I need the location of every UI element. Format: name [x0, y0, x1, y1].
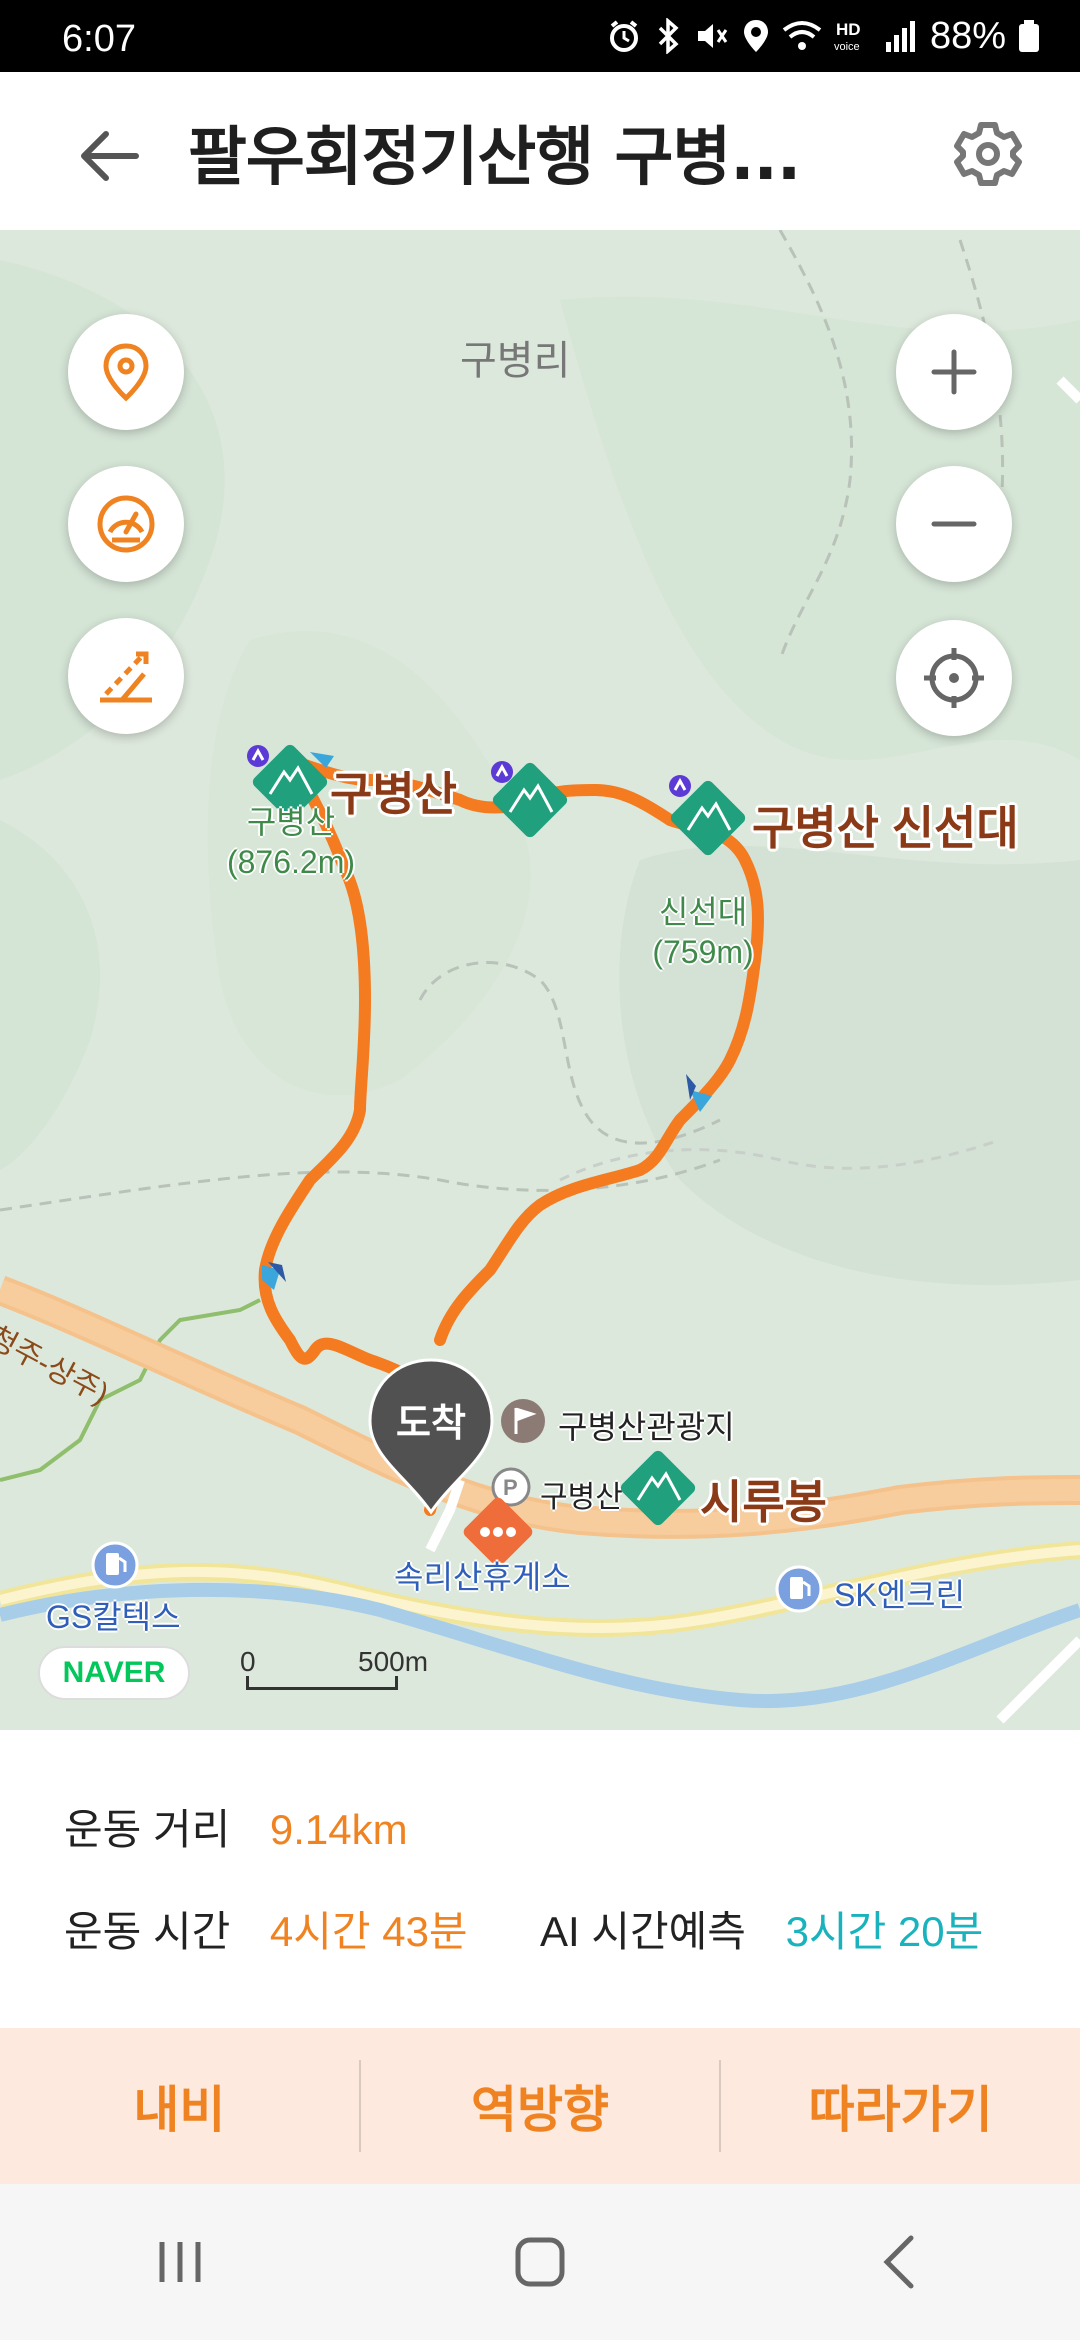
slope-button[interactable]	[68, 618, 184, 734]
my-location-button[interactable]	[896, 620, 1012, 736]
system-nav-bar	[0, 2184, 1080, 2340]
ai-row: AI 시간예측 3시간 20분	[540, 1898, 983, 1959]
peak-label: 구병산 신선대	[752, 802, 1019, 854]
speedometer-icon	[97, 495, 155, 553]
app-header: 팔우회정기산행 구병...	[0, 72, 1080, 230]
village-label: 구병리	[460, 339, 571, 383]
gear-icon	[954, 122, 1022, 186]
gas-station-label: SK엔크린	[834, 1577, 966, 1613]
location-icon	[742, 18, 770, 54]
status-icons: HD voice 88%	[606, 14, 1040, 58]
arrival-label: 도착	[396, 1403, 466, 1445]
navi-button[interactable]: 내비	[0, 2028, 359, 2184]
elevation-label: 신선대 (759m)	[648, 892, 758, 972]
battery-icon	[1018, 18, 1040, 54]
elevation-value: (759m)	[652, 934, 754, 970]
gas-station-label: GS칼텍스	[46, 1599, 181, 1635]
location-pin-button[interactable]	[68, 314, 184, 430]
home-icon	[515, 2237, 565, 2287]
zoom-in-button[interactable]	[896, 314, 1012, 430]
recent-apps-button[interactable]	[120, 2212, 240, 2312]
slope-icon	[100, 651, 152, 703]
recent-apps-icon	[159, 2242, 201, 2282]
peak-label: 시루봉	[700, 1476, 827, 1528]
time-row: 운동 시간 4시간 43분	[64, 1898, 468, 1959]
reverse-button[interactable]: 역방향	[361, 2028, 720, 2184]
back-button[interactable]	[70, 116, 150, 196]
map-scale: 0 500m	[240, 1646, 440, 1706]
gas-station-icon[interactable]	[774, 1564, 824, 1614]
nav-back-button[interactable]	[840, 2212, 960, 2312]
elevation-name: 구병산	[246, 804, 336, 840]
mute-icon	[694, 18, 730, 54]
partial-place-label: 구병산	[540, 1481, 623, 1514]
scale-zero: 0	[240, 1646, 256, 1677]
follow-button[interactable]: 따라가기	[721, 2028, 1080, 2184]
minus-icon	[931, 521, 977, 527]
stats-panel: 운동 거리 9.14km 운동 시간 4시간 43분 AI 시간예측 3시간 2…	[0, 1730, 1080, 2030]
bluetooth-icon	[654, 18, 682, 54]
ai-label: AI 시간예측	[540, 1908, 746, 1955]
crosshair-icon	[924, 648, 984, 708]
back-icon	[883, 2235, 914, 2289]
battery-percent: 88%	[929, 14, 1006, 57]
svg-text:voice: voice	[834, 41, 860, 53]
naver-logo: NAVER	[38, 1646, 190, 1700]
svg-text:HD: HD	[836, 20, 861, 39]
gas-station-icon[interactable]	[90, 1540, 140, 1590]
arrival-marker[interactable]: 도착	[366, 1356, 496, 1516]
flag-icon[interactable]	[498, 1396, 548, 1446]
arrow-left-icon	[81, 131, 139, 181]
mountain-icon[interactable]	[490, 760, 570, 840]
ai-value: 3시간 20분	[785, 1908, 984, 1955]
plus-icon	[931, 349, 977, 395]
home-button[interactable]	[480, 2212, 600, 2312]
elevation-name: 신선대	[658, 894, 748, 930]
speed-button[interactable]	[68, 466, 184, 582]
scale-bar	[246, 1676, 398, 1690]
elevation-label: 구병산 (876.2m)	[222, 802, 360, 882]
distance-value: 9.14km	[269, 1806, 408, 1853]
elevation-value: (876.2m)	[226, 844, 356, 880]
mountain-icon[interactable]	[668, 778, 748, 858]
status-bar: 6:07 HD voice 88%	[0, 0, 1080, 72]
signal-icon	[884, 18, 918, 54]
zoom-out-button[interactable]	[896, 466, 1012, 582]
time-label: 운동 시간	[64, 1908, 231, 1955]
action-bar: 내비 역방향 따라가기	[0, 2028, 1080, 2184]
wifi-icon	[782, 18, 822, 54]
mountain-icon[interactable]	[618, 1448, 698, 1528]
alarm-icon	[606, 18, 642, 54]
distance-label: 운동 거리	[64, 1806, 231, 1853]
settings-button[interactable]	[946, 112, 1030, 196]
map-view[interactable]: 구병리 구병산 구병산 (876.2m) 구병산 신선대 신선대 (759m) …	[0, 230, 1080, 1730]
tourist-site-label: 구병산관광지	[558, 1409, 735, 1445]
pin-icon	[103, 343, 149, 402]
status-time: 6:07	[62, 18, 136, 60]
page-title: 팔우회정기산행 구병...	[188, 121, 801, 195]
scale-distance: 500m	[358, 1646, 429, 1677]
hd-voice-icon: HD voice	[834, 18, 872, 54]
distance-row: 운동 거리 9.14km	[64, 1796, 408, 1857]
time-value: 4시간 43분	[269, 1908, 468, 1955]
rest-area-label: 속리산휴게소	[394, 1559, 571, 1595]
